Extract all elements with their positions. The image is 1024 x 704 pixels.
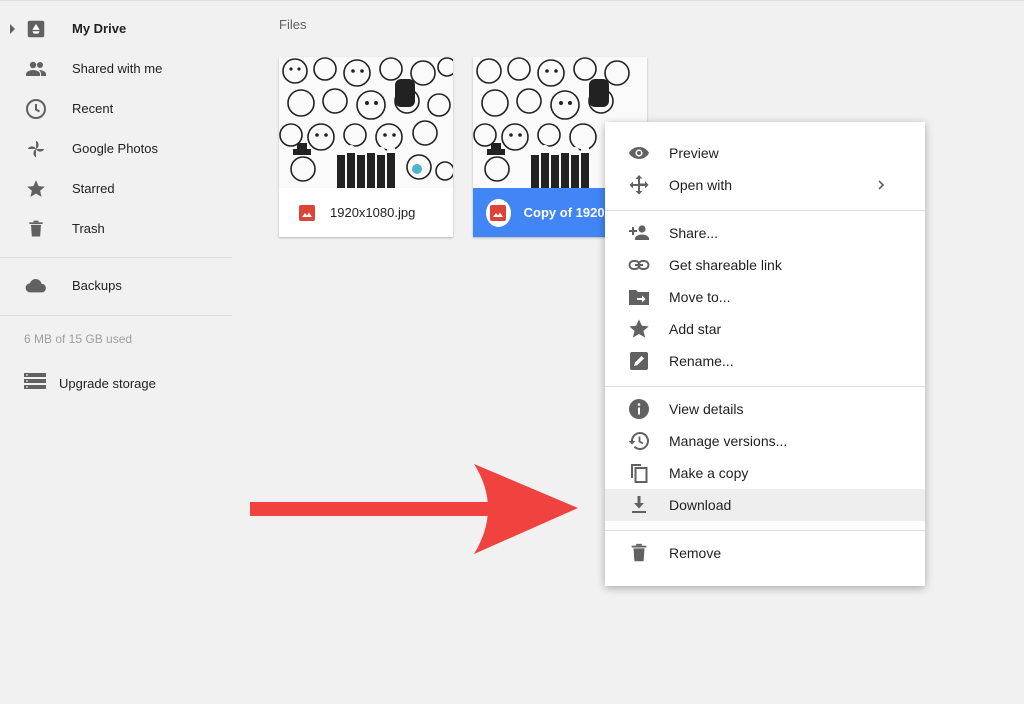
menu-divider [605, 386, 925, 387]
drive-icon [24, 17, 48, 41]
menu-item-label: Share... [669, 225, 719, 241]
file-card[interactable]: 1920x1080.jpg [279, 57, 453, 237]
move-arrows-icon [627, 173, 651, 197]
upgrade-storage-link[interactable]: Upgrade storage [24, 372, 156, 394]
context-menu: Preview Open with Share... Get shareable… [605, 122, 925, 586]
person-add-icon [627, 221, 651, 245]
storage-icon [24, 372, 46, 395]
file-card-footer: 1920x1080.jpg [279, 188, 453, 237]
file-type-badge [486, 198, 511, 227]
menu-item-label: Preview [669, 145, 719, 161]
sidebar-item-label: My Drive [72, 21, 127, 36]
red-arrow-annotation [250, 464, 578, 554]
menu-item-move-to[interactable]: Move to... [605, 281, 925, 313]
image-file-icon [490, 204, 507, 221]
expand-caret-icon[interactable] [10, 24, 15, 34]
chevron-right-icon [875, 173, 889, 197]
trash-icon [627, 541, 651, 565]
download-icon [627, 493, 651, 517]
menu-item-download[interactable]: Download [605, 489, 925, 521]
sidebar-item-starred[interactable]: Starred [0, 169, 232, 209]
link-icon [627, 253, 651, 277]
upgrade-storage-label: Upgrade storage [59, 375, 156, 391]
sidebar-item-label: Trash [72, 221, 105, 236]
trash-icon [24, 217, 48, 241]
menu-item-label: Add star [669, 321, 722, 337]
menu-item-make-a-copy[interactable]: Make a copy [605, 457, 925, 489]
folder-move-icon [627, 285, 651, 309]
sidebar-item-my-drive[interactable]: My Drive [0, 9, 232, 49]
star-icon [627, 317, 651, 341]
sidebar-item-label: Starred [72, 181, 115, 196]
people-icon [24, 57, 48, 81]
eye-icon [627, 141, 651, 165]
clock-icon [24, 97, 48, 121]
history-icon [627, 429, 651, 453]
cloud-icon [24, 274, 48, 298]
sidebar: My Drive Shared with me Recent Google Ph… [0, 0, 240, 704]
files-section-heading: Files [279, 17, 307, 32]
menu-item-label: Download [669, 497, 732, 513]
sidebar-item-label: Backups [72, 278, 122, 293]
menu-item-get-shareable-link[interactable]: Get shareable link [605, 249, 925, 281]
menu-item-label: Remove [669, 545, 722, 561]
menu-divider [605, 210, 925, 211]
copy-icon [627, 461, 651, 485]
menu-item-label: Make a copy [669, 465, 749, 481]
menu-item-label: Open with [669, 177, 733, 193]
menu-divider [605, 530, 925, 531]
rename-icon [627, 349, 651, 373]
menu-item-remove[interactable]: Remove [605, 537, 925, 569]
menu-item-label: Manage versions... [669, 433, 788, 449]
file-thumbnail [279, 57, 453, 188]
menu-item-label: Rename... [669, 353, 734, 369]
sidebar-item-label: Shared with me [72, 61, 163, 76]
sidebar-item-label: Recent [72, 101, 114, 116]
menu-item-view-details[interactable]: View details [605, 393, 925, 425]
image-file-icon [299, 204, 315, 221]
info-icon [627, 397, 651, 421]
sidebar-item-label: Google Photos [72, 141, 159, 156]
sidebar-divider [0, 257, 232, 258]
menu-item-label: Get shareable link [669, 257, 782, 273]
menu-item-share[interactable]: Share... [605, 217, 925, 249]
menu-item-open-with[interactable]: Open with [605, 169, 925, 201]
sidebar-divider [0, 315, 232, 316]
sidebar-item-shared-with-me[interactable]: Shared with me [0, 49, 232, 89]
menu-item-manage-versions[interactable]: Manage versions... [605, 425, 925, 457]
storage-quota-text: 6 MB of 15 GB used [24, 332, 133, 346]
sidebar-item-recent[interactable]: Recent [0, 89, 232, 129]
sidebar-item-backups[interactable]: Backups [0, 266, 232, 306]
sidebar-item-google-photos[interactable]: Google Photos [0, 129, 232, 169]
menu-item-rename[interactable]: Rename... [605, 345, 925, 377]
sidebar-item-trash[interactable]: Trash [0, 209, 232, 249]
file-name: 1920x1080.jpg [330, 205, 416, 220]
star-icon [24, 177, 48, 201]
pinwheel-icon [24, 137, 48, 161]
menu-item-add-star[interactable]: Add star [605, 313, 925, 345]
menu-item-label: View details [669, 401, 744, 417]
menu-item-label: Move to... [669, 289, 731, 305]
menu-item-preview[interactable]: Preview [605, 137, 925, 169]
